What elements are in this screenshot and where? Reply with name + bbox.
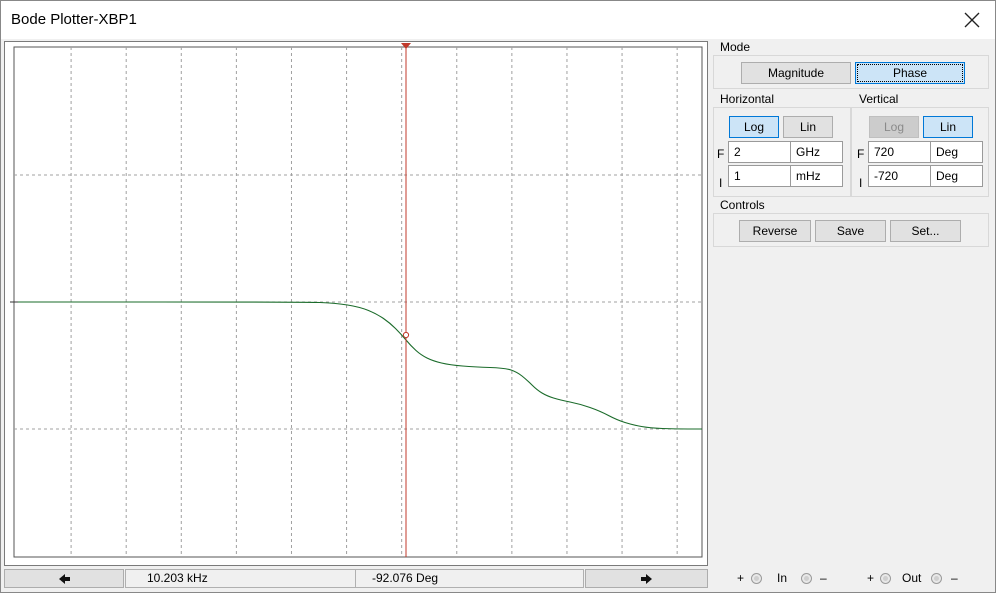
out-minus-label: – (951, 571, 958, 585)
vertical-final-value-field[interactable]: 720 (868, 141, 931, 163)
cursor-intersection-marker (402, 331, 410, 339)
vertical-final-prefix: F (857, 147, 865, 161)
horizontal-initial-prefix: I (719, 176, 723, 190)
cursor-handle-icon[interactable] (401, 43, 411, 49)
out-label: Out (902, 571, 922, 585)
magnitude-button[interactable]: Magnitude (741, 62, 851, 84)
horizontal-log-button[interactable]: Log (729, 116, 779, 138)
vertical-lin-button[interactable]: Lin (923, 116, 973, 138)
value-readout: -92.076 Deg (355, 569, 584, 588)
in-plus-label: + (737, 571, 745, 585)
in-label: In (777, 571, 788, 585)
bode-plot-display[interactable] (4, 41, 708, 566)
vertical-final-unit-field[interactable]: Deg (930, 141, 983, 163)
mode-group-label: Mode (720, 40, 751, 54)
vertical-initial-prefix: I (859, 176, 863, 190)
in-minus-label: – (820, 571, 827, 585)
window-title: Bode Plotter-XBP1 (11, 11, 137, 28)
close-button[interactable] (957, 5, 987, 35)
title-bar: Bode Plotter-XBP1 (1, 1, 995, 39)
out-minus-terminal[interactable] (931, 573, 942, 584)
controls-group-label: Controls (720, 198, 765, 212)
vertical-initial-unit-field[interactable]: Deg (930, 165, 983, 187)
in-plus-terminal[interactable] (751, 573, 762, 584)
arrow-right-icon (641, 574, 652, 584)
out-plus-terminal[interactable] (880, 573, 891, 584)
set-button[interactable]: Set... (890, 220, 961, 242)
frequency-readout: 10.203 kHz (125, 569, 356, 588)
vertical-log-button[interactable]: Log (869, 116, 919, 138)
horizontal-final-prefix: F (717, 147, 725, 161)
phase-button[interactable]: Phase (855, 62, 965, 84)
reverse-button[interactable]: Reverse (739, 220, 811, 242)
save-button[interactable]: Save (815, 220, 886, 242)
horizontal-final-unit-field[interactable]: GHz (790, 141, 843, 163)
bode-plot-svg (10, 43, 703, 558)
horizontal-group-label: Horizontal (720, 92, 775, 106)
in-minus-terminal[interactable] (801, 573, 812, 584)
cursor-right-button[interactable] (585, 569, 708, 588)
bode-plotter-window: Bode Plotter-XBP1 Mode Magnitude Phase H… (0, 0, 996, 593)
close-icon (964, 12, 980, 28)
horizontal-final-value-field[interactable]: 2 (728, 141, 791, 163)
cursor-left-button[interactable] (4, 569, 124, 588)
arrow-left-icon (59, 574, 70, 584)
horizontal-lin-button[interactable]: Lin (783, 116, 833, 138)
vertical-initial-value-field[interactable]: -720 (868, 165, 931, 187)
horizontal-initial-unit-field[interactable]: mHz (790, 165, 843, 187)
out-plus-label: + (867, 571, 875, 585)
phase-trace (10, 301, 702, 430)
vertical-group-label: Vertical (859, 92, 899, 106)
horizontal-initial-value-field[interactable]: 1 (728, 165, 791, 187)
